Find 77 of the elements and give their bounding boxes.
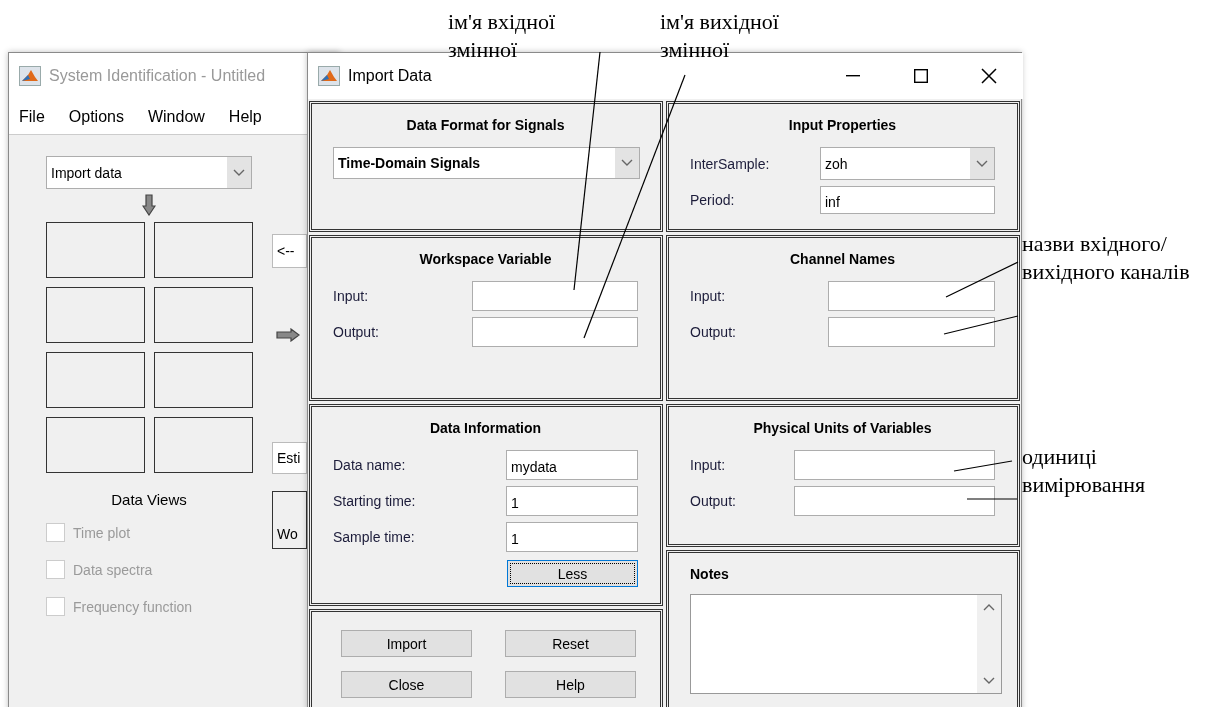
field-label: Output: bbox=[690, 324, 736, 340]
field-label: Period: bbox=[690, 192, 735, 208]
close-icon bbox=[981, 68, 997, 84]
side-button[interactable]: Wo bbox=[272, 491, 307, 549]
dialog-button[interactable]: Close bbox=[341, 671, 472, 698]
panel-title: Physical Units of Variables bbox=[753, 420, 932, 436]
checkbox-label: Time plot bbox=[73, 524, 131, 541]
chevron-down-icon bbox=[983, 677, 995, 685]
checkbox-label: Frequency function bbox=[73, 598, 193, 615]
field-label: Input: bbox=[690, 288, 726, 304]
data-slot[interactable] bbox=[45, 352, 145, 408]
field-label: Input: bbox=[333, 288, 369, 304]
input-field[interactable] bbox=[472, 317, 638, 347]
dialog-button[interactable]: Help bbox=[505, 671, 636, 698]
annotation: ім'я вхідної змінної bbox=[448, 8, 557, 64]
input-field[interactable] bbox=[828, 317, 995, 347]
input-field[interactable]: 1 bbox=[506, 522, 638, 552]
menu-item[interactable]: Help bbox=[228, 107, 262, 126]
data-format-select[interactable]: Time-Domain Signals bbox=[333, 147, 640, 179]
chevron-up-icon bbox=[983, 603, 995, 611]
dialog-button[interactable]: Import bbox=[341, 630, 472, 657]
intersample-select[interactable]: zoh bbox=[820, 147, 995, 180]
app-icon bbox=[318, 66, 340, 86]
arrow-right-icon bbox=[276, 328, 300, 342]
annotation: одиниці вимірювання bbox=[1022, 443, 1147, 499]
chevron-down-icon bbox=[621, 159, 633, 167]
menu-item[interactable]: Options bbox=[68, 107, 124, 126]
panel-title: Workspace Variable bbox=[419, 251, 552, 267]
data-slot[interactable] bbox=[153, 417, 253, 473]
data-slot[interactable] bbox=[153, 222, 253, 278]
panel-title: Data Information bbox=[429, 420, 542, 436]
leader-line bbox=[953, 460, 1013, 472]
panel-title: Data Format for Signals bbox=[406, 117, 565, 133]
field-label: Input: bbox=[690, 457, 726, 473]
data-source-select[interactable]: Import data bbox=[46, 156, 252, 189]
data-slot[interactable] bbox=[45, 222, 145, 278]
panel-title: Notes bbox=[690, 566, 729, 582]
field-label: Data name: bbox=[333, 457, 406, 473]
field-label: InterSample: bbox=[690, 155, 770, 172]
input-field[interactable] bbox=[794, 450, 995, 480]
chevron-down-icon bbox=[976, 159, 988, 168]
annotation: ім'я вихідної змінної bbox=[660, 8, 780, 64]
field-label: Starting time: bbox=[333, 493, 416, 509]
scrollbar[interactable] bbox=[977, 595, 1001, 693]
input-field[interactable] bbox=[794, 486, 995, 516]
field-label: Output: bbox=[333, 324, 379, 340]
dialog-button[interactable]: Reset bbox=[505, 630, 636, 657]
panel-title: Channel Names bbox=[789, 251, 895, 267]
input-field[interactable]: mydata bbox=[506, 450, 638, 480]
field-label: Output: bbox=[690, 493, 736, 509]
input-field[interactable] bbox=[828, 281, 995, 311]
notes-field[interactable] bbox=[690, 594, 1002, 694]
side-button[interactable]: Esti bbox=[272, 442, 307, 474]
leader-line bbox=[966, 498, 1018, 500]
arrow-down-icon bbox=[142, 194, 156, 216]
data-slot[interactable] bbox=[45, 287, 145, 343]
window-title: System Identification - Untitled bbox=[49, 67, 266, 85]
field-label: Sample time: bbox=[333, 529, 415, 545]
less-button[interactable]: Less bbox=[507, 560, 638, 587]
chevron-down-icon bbox=[233, 168, 245, 177]
annotation: назви вхідного/вихідного каналів bbox=[1022, 230, 1191, 286]
maximize-icon bbox=[914, 69, 928, 83]
input-field[interactable]: inf bbox=[820, 186, 995, 214]
data-slot[interactable] bbox=[153, 352, 253, 408]
menu-item[interactable]: File bbox=[19, 107, 45, 126]
input-field[interactable] bbox=[472, 281, 638, 311]
input-field[interactable]: 1 bbox=[506, 486, 638, 516]
data-slot[interactable] bbox=[45, 417, 145, 473]
side-button[interactable]: <-- bbox=[272, 234, 307, 268]
minimize-icon bbox=[846, 75, 860, 77]
section-title: Data Views bbox=[111, 491, 187, 508]
checkbox-label: Data spectra bbox=[73, 561, 153, 578]
window-title: Import Data bbox=[348, 67, 432, 85]
panel-title: Input Properties bbox=[788, 117, 897, 133]
data-slot[interactable] bbox=[153, 287, 253, 343]
menu-item[interactable]: Window bbox=[147, 107, 205, 126]
app-icon bbox=[19, 66, 41, 86]
